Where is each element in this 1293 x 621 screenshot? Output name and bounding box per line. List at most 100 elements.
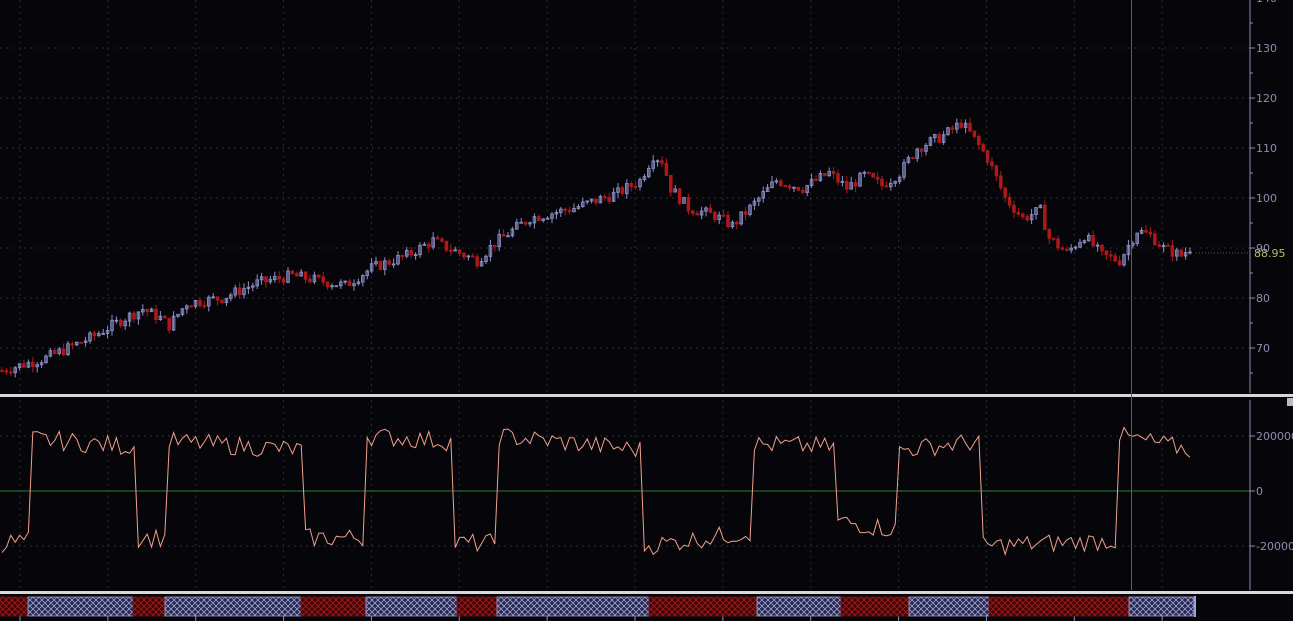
panel-resize-handle[interactable]	[1287, 398, 1293, 406]
candle	[369, 258, 374, 274]
candle-body	[1144, 229, 1148, 233]
candle	[325, 281, 330, 290]
candle-body	[836, 173, 840, 183]
candle	[704, 206, 708, 217]
candle	[739, 211, 743, 226]
candle	[440, 236, 444, 243]
candle	[853, 178, 858, 193]
candle-body	[607, 197, 611, 202]
candle	[664, 158, 669, 176]
candle	[202, 300, 207, 309]
chart-overlay	[0, 0, 1293, 594]
candle-body	[735, 221, 739, 225]
candle	[308, 274, 312, 284]
candle	[1122, 253, 1126, 267]
candle	[633, 181, 638, 191]
candle	[387, 258, 391, 267]
candle	[589, 198, 594, 204]
candle	[154, 304, 158, 324]
price-y-tick-label: 70	[1256, 342, 1270, 355]
candle-body	[501, 233, 506, 237]
candle	[471, 253, 475, 258]
candle	[466, 254, 471, 261]
candle	[893, 180, 897, 188]
price-y-tick-label: 120	[1256, 92, 1277, 105]
candle	[814, 175, 818, 182]
candle	[620, 186, 625, 196]
oscillator-panel[interactable]: 200000 0 -20000	[0, 400, 1293, 590]
candle	[902, 159, 906, 181]
candle	[255, 274, 259, 290]
candle-body	[937, 134, 941, 143]
candle-body	[911, 157, 915, 160]
candle	[409, 247, 413, 259]
chart-canvas[interactable]: 70809010011012013014088.95 2000000-20000	[0, 0, 1293, 621]
candle	[686, 194, 691, 215]
candle	[963, 119, 968, 134]
candle-body	[61, 348, 66, 356]
candle	[625, 179, 629, 199]
candle-body	[871, 172, 875, 178]
candle-body	[801, 189, 805, 193]
candle-body	[950, 127, 955, 130]
candle	[682, 197, 686, 204]
regime-segment-up	[27, 596, 134, 617]
candle-body	[726, 214, 730, 228]
candle	[4, 367, 9, 376]
candle	[550, 212, 554, 224]
candle	[396, 251, 400, 266]
candle	[730, 220, 735, 229]
candle-body	[475, 256, 479, 267]
candle	[1135, 232, 1139, 247]
regime-segment-down	[840, 596, 910, 617]
candle-body	[1166, 244, 1170, 247]
candle-body	[145, 309, 149, 313]
trading-chart[interactable]: 70809010011012013014088.95 2000000-20000	[0, 0, 1293, 621]
candle-body	[660, 160, 664, 164]
candle	[1161, 242, 1166, 253]
candle	[823, 173, 827, 177]
candle	[523, 221, 528, 226]
candle	[603, 193, 607, 201]
candle	[757, 196, 761, 207]
candle	[559, 206, 563, 217]
candle	[1038, 204, 1043, 209]
candle-body	[409, 249, 413, 256]
candle	[92, 330, 97, 341]
candle-body	[845, 181, 849, 190]
regime-band-panel[interactable]	[0, 596, 1196, 621]
candle	[149, 307, 154, 313]
candle	[290, 270, 295, 275]
candle	[31, 356, 35, 373]
candle	[884, 181, 889, 188]
candle	[928, 136, 933, 147]
candle	[1179, 248, 1183, 258]
candle	[457, 248, 462, 257]
candle	[1069, 244, 1073, 254]
candle	[1034, 207, 1038, 220]
candle-body	[787, 185, 792, 189]
candle-body	[400, 254, 405, 257]
price-panel[interactable]: 70809010011012013014088.95	[0, 0, 1286, 393]
candle	[431, 232, 435, 250]
candle-body	[449, 249, 453, 252]
candle-body	[462, 252, 466, 258]
candle-body	[620, 187, 625, 194]
candle-body	[1153, 233, 1157, 246]
candle	[39, 360, 44, 368]
candle	[79, 341, 83, 344]
candle	[792, 186, 796, 193]
candle	[413, 252, 418, 260]
candle	[1109, 250, 1113, 262]
candle-body	[202, 304, 207, 307]
candle	[123, 318, 127, 330]
candle-body	[831, 171, 836, 175]
candle	[858, 171, 862, 187]
candle	[145, 308, 149, 317]
candle-body	[53, 350, 57, 354]
candle-body	[264, 276, 268, 283]
candle	[26, 359, 31, 369]
regime-segment-down	[456, 596, 498, 617]
candle-body	[972, 130, 977, 137]
candle	[924, 142, 928, 156]
